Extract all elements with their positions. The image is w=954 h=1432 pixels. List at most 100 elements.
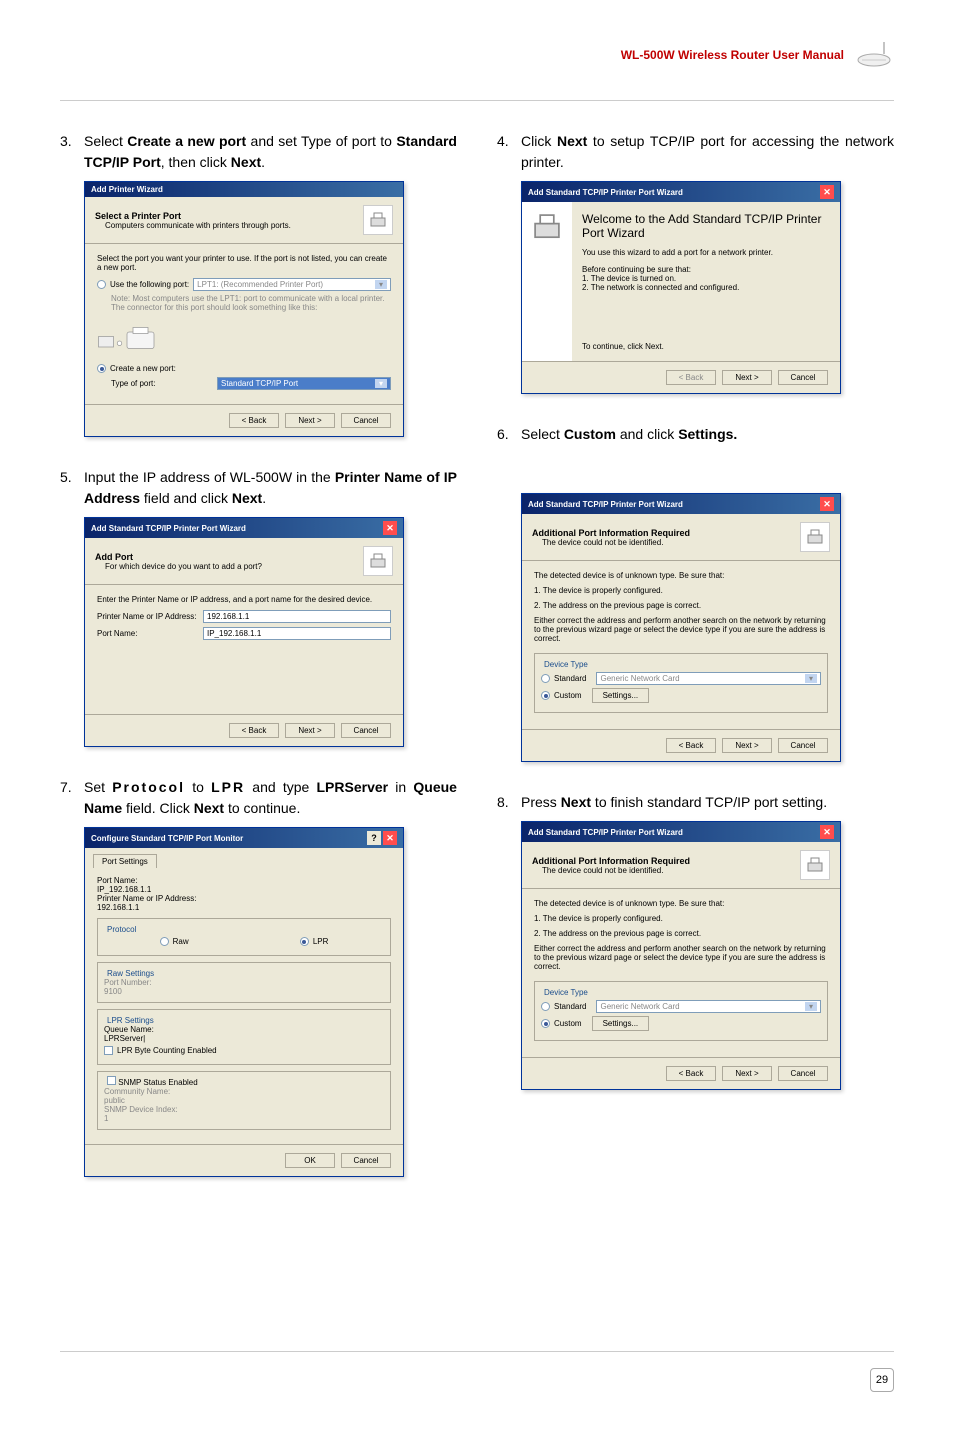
chevron-down-icon: ▾: [805, 674, 817, 683]
help-icon[interactable]: ?: [367, 831, 381, 845]
settings-button[interactable]: Settings...: [592, 688, 650, 703]
dialog-heading: Select a Printer Port: [95, 211, 363, 221]
raw-legend: Raw Settings: [104, 969, 157, 978]
dialog-subheading: The device could not be identified.: [542, 866, 800, 875]
checkbox-lpr-byte[interactable]: LPR Byte Counting Enabled: [104, 1046, 384, 1055]
close-icon[interactable]: ✕: [383, 521, 397, 535]
note-text: Note: Most computers use the LPT1: port …: [111, 294, 391, 312]
step-num: 3.: [60, 131, 74, 152]
snmp-legend: SNMP Status Enabled: [118, 1078, 197, 1087]
next-button[interactable]: Next >: [722, 370, 772, 385]
radio-raw[interactable]: Raw: [160, 937, 189, 946]
back-button[interactable]: < Back: [666, 738, 716, 753]
close-icon[interactable]: ✕: [820, 185, 834, 199]
close-icon[interactable]: ✕: [820, 825, 834, 839]
intro-text: Select the port you want your printer to…: [97, 254, 391, 272]
snmp-index-input: 1: [104, 1114, 384, 1123]
type-dropdown[interactable]: Standard TCP/IP Port▾: [217, 377, 391, 390]
port-name-input[interactable]: IP_192.168.1.1: [203, 627, 391, 640]
radio-create-port[interactable]: Create a new port:: [97, 364, 391, 373]
standard-dropdown: Generic Network Card▾: [596, 1000, 821, 1013]
next-button[interactable]: Next >: [285, 413, 335, 428]
next-button[interactable]: Next >: [722, 738, 772, 753]
welcome-l1: 1. The device is turned on.: [582, 274, 830, 283]
port-dropdown[interactable]: LPT1: (Recommended Printer Port)▾: [193, 278, 391, 291]
radio-custom[interactable]: CustomSettings...: [541, 688, 821, 703]
step-4: 4. Click Next to setup TCP/IP port for a…: [497, 131, 894, 394]
step-text: Set Protocol to LPR and type LPRServer i…: [84, 777, 457, 819]
welcome-l2: 2. The network is connected and configur…: [582, 283, 830, 292]
step-num: 6.: [497, 424, 511, 445]
radio-lpr[interactable]: LPR: [300, 937, 329, 946]
queue-input[interactable]: LPRServer|: [104, 1034, 384, 1043]
body-l2: 2. The address on the previous page is c…: [534, 929, 828, 938]
cancel-button[interactable]: Cancel: [778, 1066, 828, 1081]
cancel-button[interactable]: Cancel: [778, 738, 828, 753]
cancel-button[interactable]: Cancel: [778, 370, 828, 385]
raw-port-label: Port Number:: [104, 978, 152, 987]
body-l1: 1. The device is properly configured.: [534, 914, 828, 923]
dialog-subheading: For which device do you want to add a po…: [105, 562, 363, 571]
header-title: WL-500W Wireless Router User Manual: [621, 48, 844, 62]
printer-name-input[interactable]: 192.168.1.1: [203, 610, 391, 623]
step-8: 8. Press Next to finish standard TCP/IP …: [497, 792, 894, 1090]
body-p1: The detected device is of unknown type. …: [534, 571, 828, 580]
printer-name-label: Printer Name or IP Address:: [97, 612, 197, 621]
intro-text: Enter the Printer Name or IP address, an…: [97, 595, 391, 604]
printer-illustration: [97, 318, 157, 358]
printer-icon: [800, 850, 830, 880]
port-name-input[interactable]: IP_192.168.1.1: [97, 885, 391, 894]
titlebar: Add Printer Wizard: [85, 182, 403, 197]
step-5: 5. Input the IP address of WL-500W in th…: [60, 467, 457, 747]
protocol-legend: Protocol: [104, 925, 139, 934]
welcome-p2: Before continuing be sure that:: [582, 265, 830, 274]
community-label: Community Name:: [104, 1087, 170, 1096]
cancel-button[interactable]: Cancel: [341, 413, 391, 428]
radio-standard[interactable]: StandardGeneric Network Card▾: [541, 672, 821, 685]
next-button[interactable]: Next >: [285, 723, 335, 738]
wizard-banner: [522, 202, 572, 361]
radio-custom[interactable]: CustomSettings...: [541, 1016, 821, 1031]
tab-port-settings[interactable]: Port Settings: [93, 854, 157, 868]
dialog-subheading: Computers communicate with printers thro…: [105, 221, 363, 230]
ok-button[interactable]: OK: [285, 1153, 335, 1168]
additional-port-dialog: Add Standard TCP/IP Printer Port Wizard ✕…: [521, 493, 841, 762]
port-name-label: Port Name:: [97, 876, 137, 885]
printer-icon: [363, 205, 393, 235]
cancel-button[interactable]: Cancel: [341, 1153, 391, 1168]
dialog-title: Add Standard TCP/IP Printer Port Wizard: [528, 188, 683, 197]
chevron-down-icon: ▾: [375, 379, 387, 388]
step-num: 8.: [497, 792, 511, 813]
device-type-legend: Device Type: [541, 660, 591, 669]
step-text: Press Next to finish standard TCP/IP por…: [521, 792, 827, 813]
checkbox-snmp[interactable]: [107, 1076, 116, 1085]
printer-name-input[interactable]: 192.168.1.1: [97, 903, 391, 912]
chevron-down-icon: ▾: [375, 280, 387, 289]
radio-standard[interactable]: StandardGeneric Network Card▾: [541, 1000, 821, 1013]
back-button[interactable]: < Back: [229, 413, 279, 428]
back-button[interactable]: < Back: [229, 723, 279, 738]
body-p2: Either correct the address and perform a…: [534, 616, 828, 643]
step-3: 3. Select Create a new port and set Type…: [60, 131, 457, 437]
lpr-legend: LPR Settings: [104, 1016, 157, 1025]
step-text: Select Custom and click Settings.: [521, 424, 737, 445]
welcome-wizard-dialog: Add Standard TCP/IP Printer Port Wizard ✕…: [521, 181, 841, 394]
cancel-button[interactable]: Cancel: [341, 723, 391, 738]
dialog-subheading: The device could not be identified.: [542, 538, 800, 547]
welcome-p3: To continue, click Next.: [582, 342, 830, 351]
footer-divider: [60, 1351, 894, 1352]
next-button[interactable]: Next >: [722, 1066, 772, 1081]
body-p1: The detected device is of unknown type. …: [534, 899, 828, 908]
page-header: WL-500W Wireless Router User Manual: [60, 40, 894, 70]
welcome-p1: You use this wizard to add a port for a …: [582, 248, 830, 257]
radio-use-port[interactable]: Use the following port: LPT1: (Recommend…: [97, 278, 391, 291]
body-p2: Either correct the address and perform a…: [534, 944, 828, 971]
settings-button[interactable]: Settings...: [592, 1016, 650, 1031]
snmp-index-label: SNMP Device Index:: [104, 1105, 178, 1114]
close-icon[interactable]: ✕: [820, 497, 834, 511]
dialog-title: Add Standard TCP/IP Printer Port Wizard: [528, 500, 683, 509]
additional-port-dialog-2: Add Standard TCP/IP Printer Port Wizard✕…: [521, 821, 841, 1090]
close-icon[interactable]: ✕: [383, 831, 397, 845]
body-l2: 2. The address on the previous page is c…: [534, 601, 828, 610]
back-button[interactable]: < Back: [666, 1066, 716, 1081]
